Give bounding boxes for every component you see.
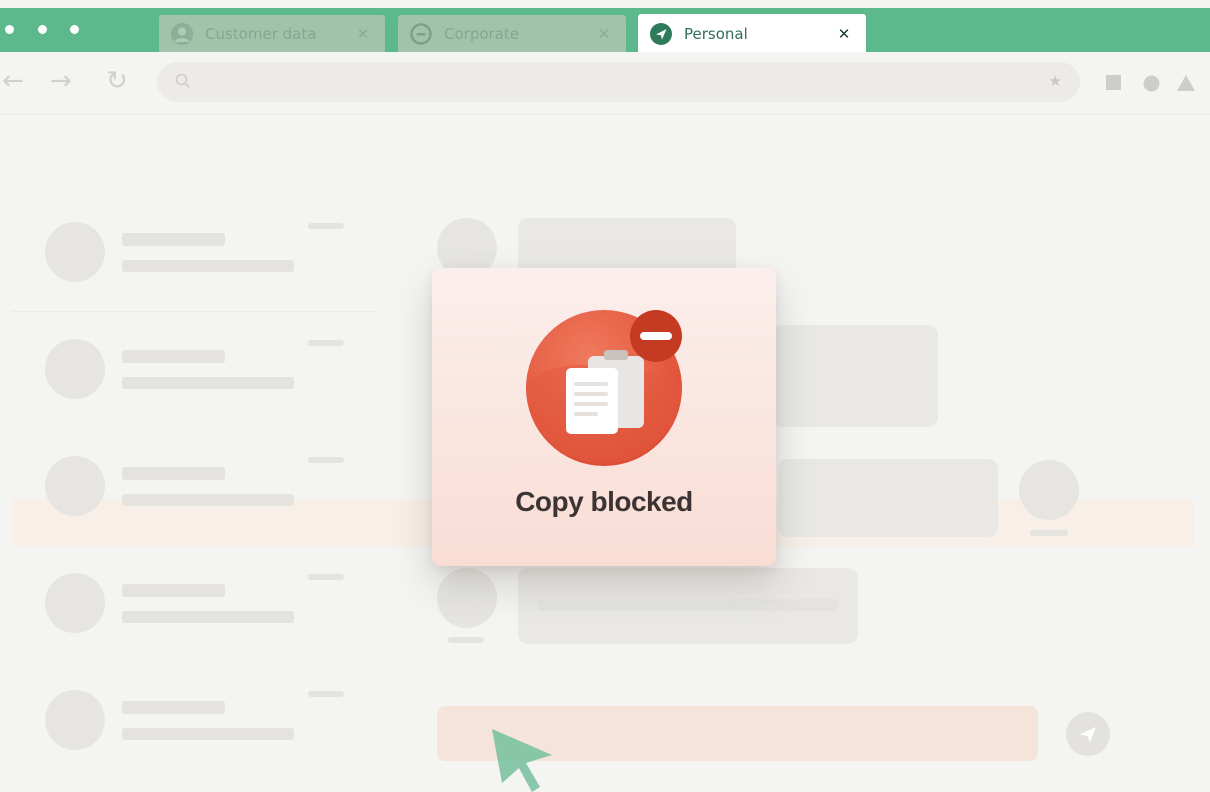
avatar xyxy=(437,568,497,628)
address-bar[interactable]: ★ xyxy=(157,62,1080,102)
list-item[interactable] xyxy=(12,292,376,409)
reload-icon[interactable]: ↻ xyxy=(106,66,128,96)
close-icon[interactable]: ✕ xyxy=(834,25,854,43)
send-icon xyxy=(1080,727,1096,743)
timestamp-placeholder xyxy=(308,340,344,346)
search-icon xyxy=(175,73,191,93)
window-control-close[interactable] xyxy=(5,25,14,34)
tab-title: Corporate xyxy=(444,25,519,43)
browser-toolbar: ← → ↻ ★ xyxy=(0,52,1210,115)
tab-title: Personal xyxy=(684,25,748,43)
bookmark-star-icon[interactable]: ★ xyxy=(1049,72,1062,90)
dialog-title: Copy blocked xyxy=(515,486,693,517)
mouse-cursor-icon xyxy=(492,729,552,792)
send-icon xyxy=(650,23,672,45)
avatar xyxy=(1019,460,1079,520)
avatar xyxy=(45,222,105,282)
timestamp-placeholder xyxy=(308,574,344,580)
tab-personal[interactable]: Personal ✕ xyxy=(638,14,866,54)
circle-icon[interactable] xyxy=(1143,75,1160,96)
message-preview-placeholder xyxy=(122,611,294,623)
timestamp-placeholder xyxy=(308,691,344,697)
tab-bar: Customer data ✕ Corporate ✕ Personal ✕ xyxy=(0,8,1210,54)
message-bubble xyxy=(778,459,998,537)
list-item[interactable] xyxy=(12,175,376,292)
forward-arrow-icon[interactable]: → xyxy=(50,66,72,96)
person-icon xyxy=(171,23,193,45)
window-control-maximize[interactable] xyxy=(70,25,79,34)
timestamp-placeholder xyxy=(308,457,344,463)
contact-name-placeholder xyxy=(122,584,225,597)
list-item[interactable] xyxy=(12,526,376,643)
browser-window: Customer data ✕ Corporate ✕ Personal ✕ ←… xyxy=(0,0,1210,792)
close-icon[interactable]: ✕ xyxy=(594,25,614,43)
contact-name-placeholder xyxy=(122,701,225,714)
avatar xyxy=(45,573,105,633)
close-icon[interactable]: ✕ xyxy=(353,25,373,43)
tab-customer-data[interactable]: Customer data ✕ xyxy=(159,15,385,53)
tab-corporate[interactable]: Corporate ✕ xyxy=(398,15,626,53)
triangle-icon[interactable] xyxy=(1177,75,1195,95)
send-button[interactable] xyxy=(1066,712,1110,756)
message-preview-placeholder xyxy=(122,260,294,272)
message-preview-placeholder xyxy=(122,728,294,740)
contact-name-placeholder xyxy=(122,467,225,480)
conversation-list xyxy=(12,175,376,792)
message-preview-placeholder xyxy=(122,494,294,506)
contact-name-placeholder xyxy=(122,233,225,246)
timestamp-placeholder xyxy=(448,637,484,643)
timestamp-placeholder xyxy=(308,223,344,229)
smiley-icon xyxy=(410,23,432,45)
avatar xyxy=(45,690,105,750)
avatar xyxy=(45,456,105,516)
message-bubble xyxy=(772,325,938,427)
clipboard-blocked-icon xyxy=(526,310,683,466)
message-text-placeholder xyxy=(538,599,838,611)
avatar xyxy=(45,339,105,399)
timestamp-placeholder xyxy=(1030,530,1068,536)
tab-title: Customer data xyxy=(205,25,317,43)
list-item[interactable] xyxy=(12,643,376,760)
copy-blocked-dialog: Copy blocked xyxy=(432,268,776,566)
list-item[interactable] xyxy=(12,409,376,526)
message-preview-placeholder xyxy=(122,377,294,389)
back-arrow-icon[interactable]: ← xyxy=(2,66,24,96)
square-icon[interactable] xyxy=(1106,75,1121,94)
contact-name-placeholder xyxy=(122,350,225,363)
window-control-minimize[interactable] xyxy=(38,25,47,34)
